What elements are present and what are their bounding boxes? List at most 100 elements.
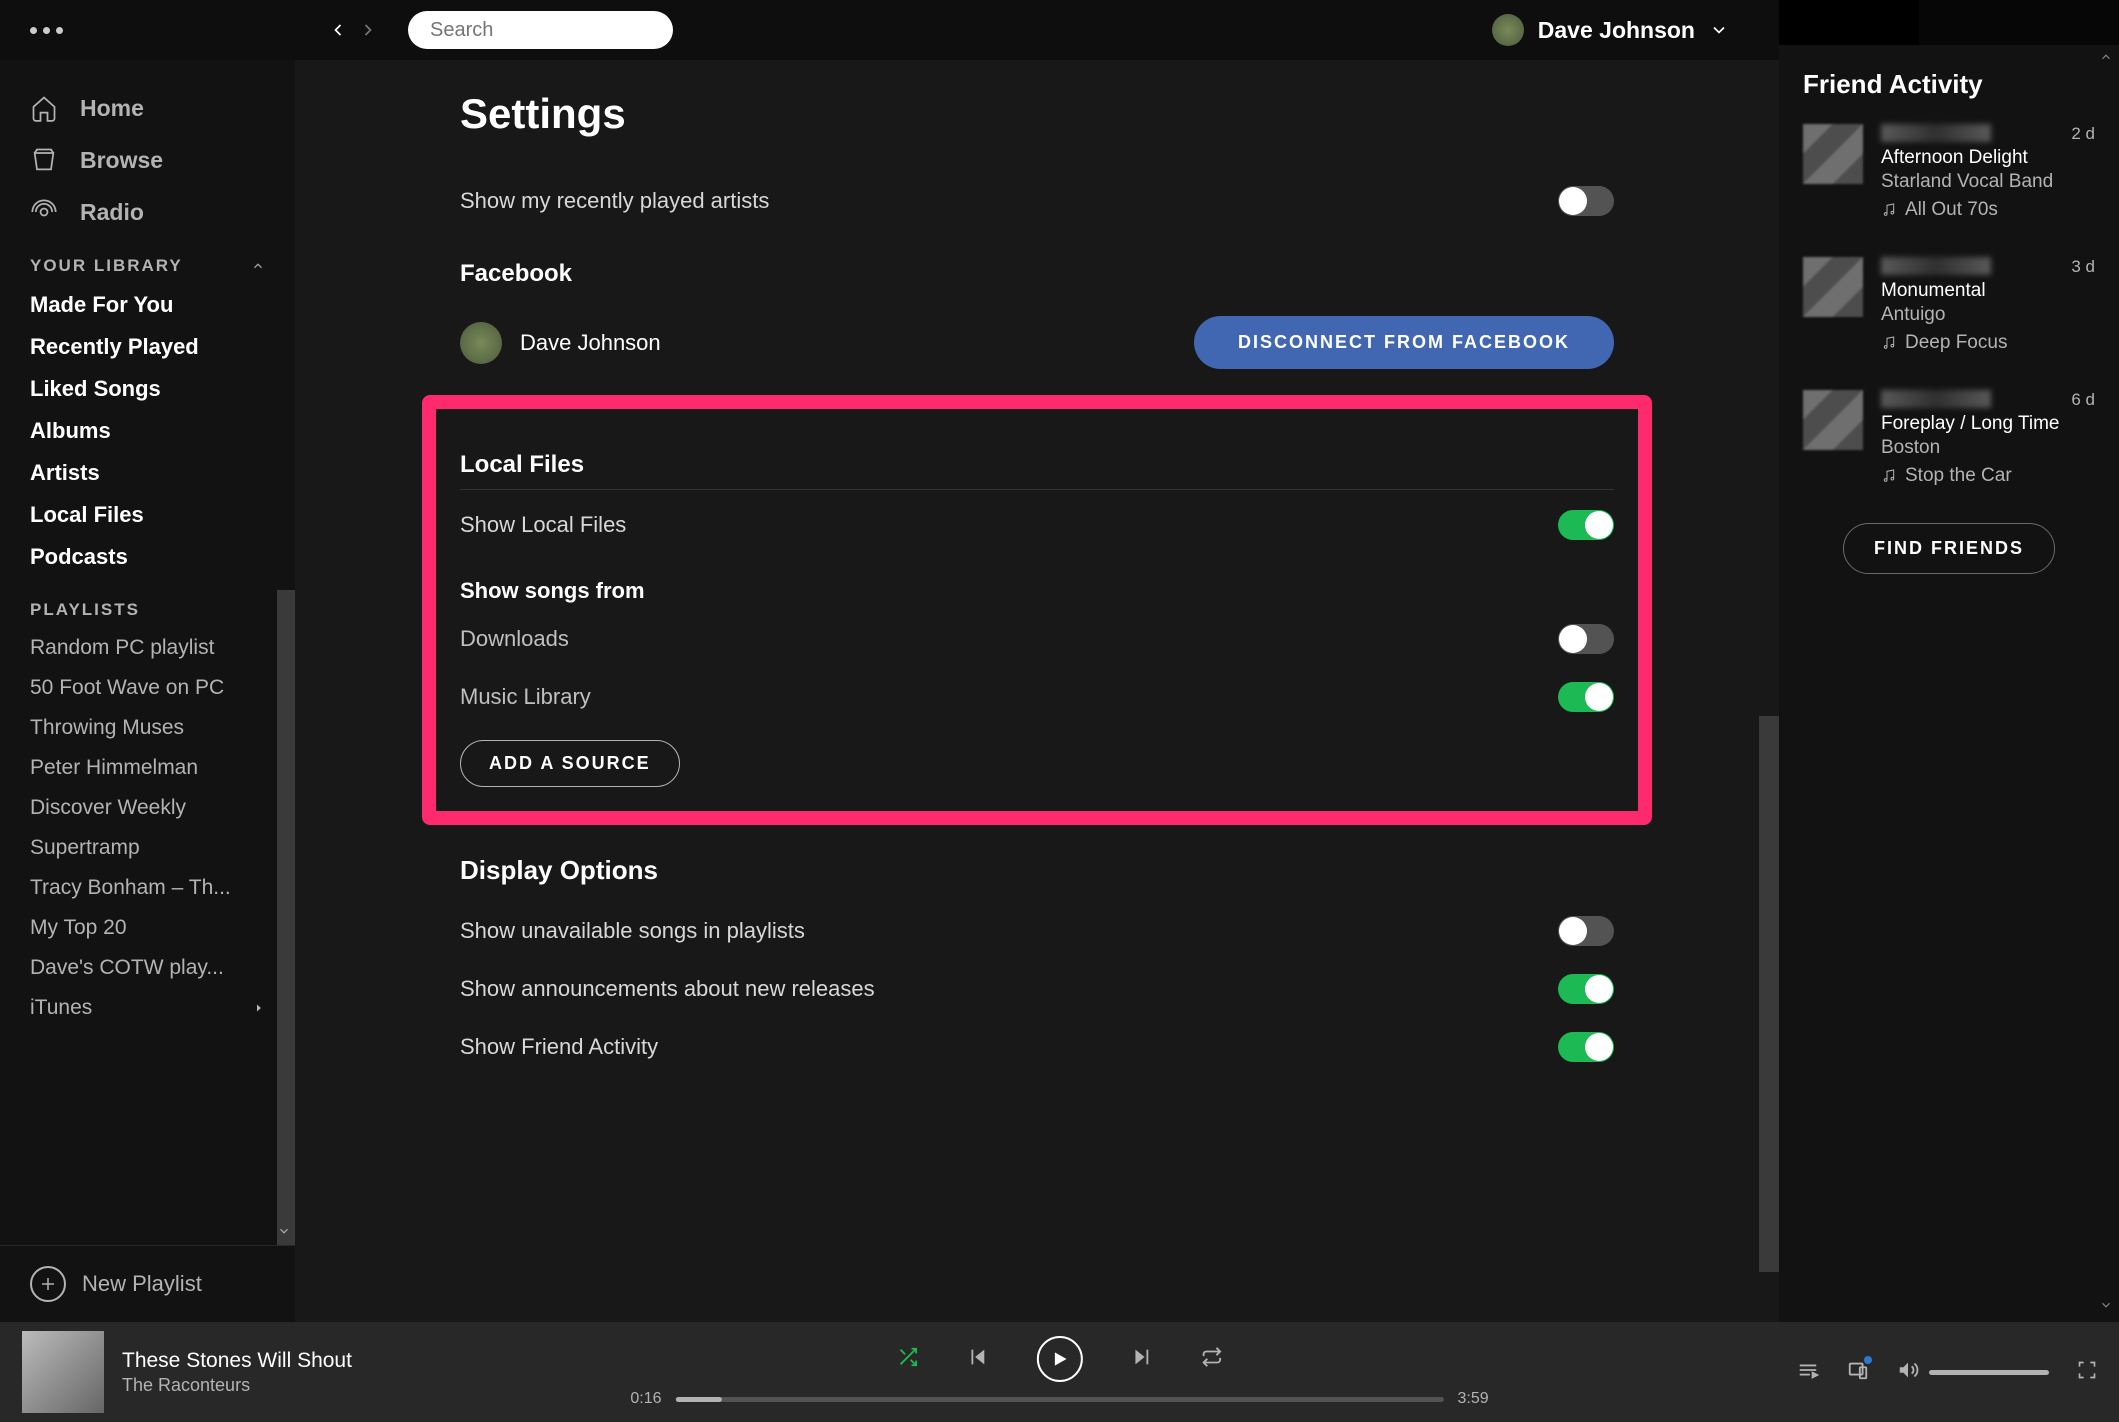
toggle-show-announcements[interactable]: [1558, 974, 1614, 1004]
now-playing-bar: These Stones Will Shout The Raconteurs 0…: [0, 1322, 2119, 1422]
music-note-icon: [1881, 468, 1897, 484]
repeat-button[interactable]: [1201, 1346, 1223, 1373]
chevron-up-icon[interactable]: [2099, 50, 2113, 69]
now-playing-track[interactable]: These Stones Will Shout: [122, 1349, 352, 1373]
setting-show-announcements: Show announcements about new releases: [460, 960, 1614, 1018]
section-facebook: Facebook: [460, 260, 1614, 298]
friend-activity-item[interactable]: 3 d Monumental Antuigo Deep Focus: [1803, 257, 2095, 354]
setting-show-friend-activity: Show Friend Activity: [460, 1018, 1614, 1076]
friend-name-redacted: [1881, 124, 1991, 142]
user-menu[interactable]: Dave Johnson: [1492, 14, 1749, 46]
playlist-item-folder[interactable]: iTunes: [0, 988, 295, 1028]
sidebar-scrollbar[interactable]: [277, 590, 295, 1245]
next-button[interactable]: [1131, 1346, 1153, 1373]
playlist-item[interactable]: Supertramp: [0, 828, 295, 868]
show-songs-from-header: Show songs from: [460, 578, 1614, 604]
library-recently-played[interactable]: Recently Played: [0, 326, 295, 368]
friend-avatar: [1803, 390, 1863, 450]
volume-icon[interactable]: [1897, 1359, 1919, 1386]
playlist-item[interactable]: Dave's COTW play...: [0, 948, 295, 988]
progress-bar[interactable]: [676, 1397, 1444, 1402]
nav-radio[interactable]: Radio: [0, 186, 295, 238]
playlist-item[interactable]: Throwing Muses: [0, 708, 295, 748]
music-note-icon: [1881, 335, 1897, 351]
chevron-up-icon: [251, 259, 265, 273]
app-menu-dots[interactable]: [30, 27, 63, 34]
toggle-show-friend-activity[interactable]: [1558, 1032, 1614, 1062]
facebook-avatar: [460, 322, 502, 364]
previous-button[interactable]: [967, 1346, 989, 1373]
library-podcasts[interactable]: Podcasts: [0, 536, 295, 578]
toggle-downloads[interactable]: [1558, 624, 1614, 654]
avatar: [1492, 14, 1524, 46]
friend-name-redacted: [1881, 257, 1991, 275]
toggle-show-recent-artists[interactable]: [1558, 186, 1614, 216]
your-library-header[interactable]: YOUR LIBRARY: [0, 238, 295, 284]
setting-show-unavailable: Show unavailable songs in playlists: [460, 902, 1614, 960]
home-icon: [30, 94, 58, 122]
setting-show-recent-artists: Show my recently played artists: [460, 172, 1614, 230]
friend-avatar: [1803, 124, 1863, 184]
toggle-show-unavailable[interactable]: [1558, 916, 1614, 946]
friend-name-redacted: [1881, 390, 1991, 408]
disconnect-facebook-button[interactable]: DISCONNECT FROM FACEBOOK: [1194, 316, 1614, 369]
library-liked-songs[interactable]: Liked Songs: [0, 368, 295, 410]
now-playing-artwork[interactable]: [22, 1331, 104, 1413]
queue-button[interactable]: [1797, 1359, 1819, 1386]
new-playlist-button[interactable]: New Playlist: [0, 1245, 295, 1322]
back-button[interactable]: [323, 15, 353, 45]
playlist-item[interactable]: Peter Himmelman: [0, 748, 295, 788]
total-time: 3:59: [1458, 1390, 1489, 1408]
music-note-icon: [1881, 202, 1897, 218]
nav-browse[interactable]: Browse: [0, 134, 295, 186]
main-scrollbar[interactable]: [1759, 716, 1779, 1272]
left-sidebar: Home Browse Radio YOUR LIBRARY Made For …: [0, 60, 295, 1322]
play-button[interactable]: [1037, 1336, 1083, 1382]
devices-button[interactable]: [1847, 1359, 1869, 1386]
playlist-item[interactable]: My Top 20: [0, 908, 295, 948]
shuffle-button[interactable]: [897, 1346, 919, 1373]
chevron-down-icon[interactable]: [277, 1224, 291, 1243]
friend-activity-item[interactable]: 6 d Foreplay / Long Time Boston Stop the…: [1803, 390, 2095, 487]
toggle-music-library[interactable]: [1558, 682, 1614, 712]
toggle-show-local-files[interactable]: [1558, 510, 1614, 540]
volume-slider[interactable]: [1929, 1370, 2049, 1375]
chevron-down-icon: [1709, 20, 1729, 40]
friend-activity-item[interactable]: 2 d Afternoon Delight Starland Vocal Ban…: [1803, 124, 2095, 221]
search-box[interactable]: [408, 11, 673, 49]
nav-home[interactable]: Home: [0, 82, 295, 134]
playlist-item[interactable]: Random PC playlist: [0, 628, 295, 668]
search-input[interactable]: [430, 19, 695, 42]
page-title: Settings: [460, 90, 1614, 138]
main-content: Settings Show my recently played artists…: [295, 60, 1779, 1322]
friend-activity-header: Friend Activity: [1803, 69, 2095, 100]
chevron-down-icon[interactable]: [2099, 1298, 2113, 1317]
add-source-button[interactable]: ADD A SOURCE: [460, 740, 680, 787]
section-display-options: Display Options: [460, 855, 1614, 896]
playlists-header: PLAYLISTS: [0, 578, 295, 628]
library-artists[interactable]: Artists: [0, 452, 295, 494]
playlist-item[interactable]: 50 Foot Wave on PC: [0, 668, 295, 708]
playlist-item[interactable]: Discover Weekly: [0, 788, 295, 828]
browse-icon: [30, 146, 58, 174]
forward-button[interactable]: [353, 15, 383, 45]
friend-activity-panel: Friend Activity 2 d Afternoon Delight St…: [1779, 45, 2119, 1322]
friend-avatar: [1803, 257, 1863, 317]
find-friends-button[interactable]: FIND FRIENDS: [1843, 523, 2055, 574]
section-local-files: Local Files: [460, 451, 1614, 490]
setting-music-library: Music Library: [460, 668, 1614, 726]
username-label: Dave Johnson: [1538, 17, 1695, 44]
elapsed-time: 0:16: [630, 1390, 661, 1408]
library-albums[interactable]: Albums: [0, 410, 295, 452]
playlist-item[interactable]: Tracy Bonham – Th...: [0, 868, 295, 908]
facebook-username: Dave Johnson: [520, 330, 661, 356]
fullscreen-button[interactable]: [2077, 1360, 2097, 1385]
topbar: Dave Johnson: [0, 0, 1779, 60]
chevron-right-icon: [253, 1002, 265, 1014]
plus-icon: [30, 1266, 66, 1302]
now-playing-artist[interactable]: The Raconteurs: [122, 1375, 352, 1396]
library-made-for-you[interactable]: Made For You: [0, 284, 295, 326]
setting-downloads: Downloads: [460, 610, 1614, 668]
library-local-files[interactable]: Local Files: [0, 494, 295, 536]
local-files-highlight: Local Files Show Local Files Show songs …: [422, 395, 1652, 825]
